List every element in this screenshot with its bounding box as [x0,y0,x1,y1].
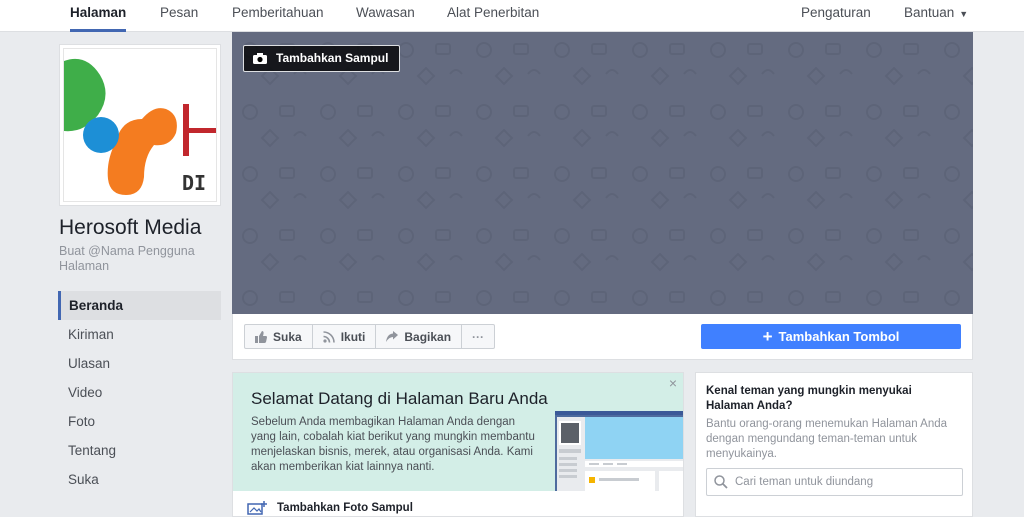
cover-pattern [232,32,973,314]
share-label: Bagikan [404,329,452,344]
share-button[interactable]: Bagikan [375,324,463,349]
welcome-title: Selamat Datang di Halaman Baru Anda [251,389,548,408]
welcome-card: Selamat Datang di Halaman Baru Anda Sebe… [232,372,684,517]
sidebar-item-suka[interactable]: Suka [58,465,221,494]
like-button[interactable]: Suka [244,324,313,349]
help-menu[interactable]: Bantuan ▼ [904,0,968,32]
invite-friends-card: Kenal teman yang mungkin menyukai Halama… [695,372,973,517]
step-add-cover-label: Tambahkan Foto Sampul [277,502,413,514]
add-cover-button[interactable]: Tambahkan Sampul [243,45,401,72]
like-label: Suka [273,329,302,344]
page-actions: Suka Ikuti Bagikan ··· [244,324,496,349]
follow-label: Ikuti [340,329,366,344]
follow-button[interactable]: Ikuti [311,324,377,349]
search-icon [714,475,728,489]
invite-search-input[interactable] [735,476,955,488]
tab-pemberitahuan[interactable]: Pemberitahuan [232,0,324,32]
create-username-link[interactable]: Buat @Nama Pengguna Halaman [59,244,219,274]
thumbs-up-icon [255,330,267,343]
profile-picture[interactable]: DI [59,44,221,206]
more-options-button[interactable]: ··· [461,324,496,349]
add-button-label: Tambahkan Tombol [778,329,900,344]
sidebar-item-tentang[interactable]: Tentang [58,436,221,465]
sidebar-item-kiriman[interactable]: Kiriman [58,320,221,349]
sidebar-nav: Beranda Kiriman Ulasan Video Foto Tentan… [58,291,221,494]
tab-alat-penerbitan[interactable]: Alat Penerbitan [447,0,539,32]
add-cover-label: Tambahkan Sampul [276,51,389,65]
step-add-cover-photo[interactable]: Tambahkan Foto Sampul [247,501,413,515]
top-nav: Halaman Pesan Pemberitahuan Wawasan Alat… [0,0,1024,32]
sidebar-item-foto[interactable]: Foto [58,407,221,436]
rss-icon [323,330,335,343]
tab-pesan[interactable]: Pesan [160,0,198,32]
close-icon[interactable]: × [669,375,677,391]
plus-icon: + [762,327,773,346]
sidebar-item-ulasan[interactable]: Ulasan [58,349,221,378]
caret-down-icon: ▼ [959,9,969,19]
invite-search-box[interactable] [706,468,963,496]
add-button[interactable]: + Tambahkan Tombol [701,324,961,349]
sidebar-item-video[interactable]: Video [58,378,221,407]
tab-wawasan[interactable]: Wawasan [356,0,415,32]
settings-link[interactable]: Pengaturan [801,0,871,32]
add-photo-icon [247,501,267,515]
page-title: Herosoft Media [59,216,202,239]
welcome-body: Sebelum Anda membagikan Halaman Anda den… [251,416,535,473]
page-action-bar: Suka Ikuti Bagikan ··· + Tambahkan Tombo… [232,314,973,360]
invite-body: Bantu orang-orang menemukan Halaman Anda… [706,418,948,460]
cover-photo[interactable]: Tambahkan Sampul [232,32,973,314]
camera-icon [253,53,267,64]
page-preview-illustration [555,411,683,491]
logo-text: DI [182,171,207,195]
share-arrow-icon [386,331,399,342]
page-logo: DI [63,48,217,202]
sidebar-item-beranda[interactable]: Beranda [58,291,221,320]
tab-halaman[interactable]: Halaman [70,0,127,32]
invite-title: Kenal teman yang mungkin menyukai Halama… [706,385,912,412]
help-label: Bantuan [904,5,955,20]
